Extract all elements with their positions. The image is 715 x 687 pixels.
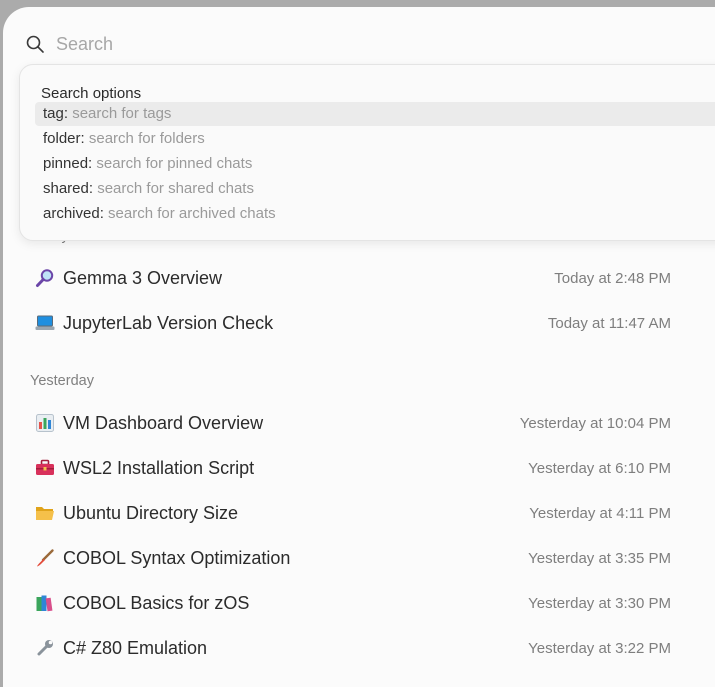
chat-item[interactable]: VM Dashboard Overview Yesterday at 10:04… <box>31 407 677 439</box>
option-key: folder: <box>43 130 85 147</box>
toolbox-icon <box>36 459 54 475</box>
option-shared[interactable]: shared: search for shared chats <box>35 177 715 201</box>
option-folder[interactable]: folder: search for folders <box>35 127 715 151</box>
option-key: tag: <box>43 105 69 122</box>
chat-title: C# Z80 Emulation <box>63 638 208 658</box>
option-key: shared: <box>43 180 94 197</box>
option-key: pinned: <box>43 155 93 172</box>
chat-item[interactable]: C# Z80 Emulation Yesterday at 3:22 PM <box>31 632 677 664</box>
chat-item[interactable]: JupyterLab Version Check Today at 11:47 … <box>31 307 677 339</box>
search-icon <box>26 35 44 53</box>
laptop-icon <box>35 315 55 330</box>
chat-title: COBOL Syntax Optimization <box>63 548 291 568</box>
option-desc: search for shared chats <box>97 180 254 197</box>
chat-title: JupyterLab Version Check <box>63 313 274 333</box>
chat-title: WSL2 Installation Script <box>63 458 255 478</box>
search-input[interactable] <box>56 29 656 59</box>
chat-time: Yesterday at 4:11 PM <box>529 505 671 522</box>
chat-time: Today at 2:48 PM <box>554 270 671 287</box>
option-key: archived: <box>43 205 104 222</box>
chat-item[interactable]: WSL2 Installation Script Yesterday at 6:… <box>31 452 677 484</box>
wrench-icon <box>37 640 53 656</box>
option-tag[interactable]: tag: search for tags <box>35 102 715 126</box>
option-desc: search for folders <box>88 130 205 147</box>
search-bar <box>3 7 715 63</box>
chat-title: Gemma 3 Overview <box>63 268 223 288</box>
chat-title: VM Dashboard Overview <box>63 413 264 433</box>
search-modal: Search options tag: search for tags fold… <box>3 7 715 687</box>
paintbrush-icon <box>37 549 54 567</box>
bar-chart-icon <box>36 414 54 432</box>
option-archived[interactable]: archived: search for archived chats <box>35 202 715 226</box>
option-desc: search for pinned chats <box>96 155 253 172</box>
chat-item[interactable]: Ubuntu Directory Size Yesterday at 4:11 … <box>31 497 677 529</box>
chat-time: Yesterday at 3:30 PM <box>528 595 671 612</box>
chat-title: COBOL Basics for zOS <box>63 593 250 613</box>
search-options-popup: Search options tag: search for tags fold… <box>19 64 715 241</box>
option-pinned[interactable]: pinned: search for pinned chats <box>35 152 715 176</box>
chat-title: Ubuntu Directory Size <box>63 503 239 523</box>
section-label-yesterday: Yesterday <box>30 373 94 389</box>
chat-time: Yesterday at 3:22 PM <box>528 640 671 657</box>
chat-time: Yesterday at 10:04 PM <box>519 415 671 432</box>
search-options-title: Search options <box>41 85 142 102</box>
option-desc: search for tags <box>72 105 172 122</box>
chat-item[interactable]: Gemma 3 Overview Today at 2:48 PM <box>31 262 677 294</box>
books-icon <box>36 595 53 612</box>
option-desc: search for archived chats <box>108 205 276 222</box>
chat-time: Today at 11:47 AM <box>547 315 671 332</box>
chat-item[interactable]: COBOL Basics for zOS Yesterday at 3:30 P… <box>31 587 677 619</box>
chat-time: Yesterday at 6:10 PM <box>528 460 671 477</box>
open-folder-icon <box>36 507 54 520</box>
chat-time: Yesterday at 3:35 PM <box>528 550 671 567</box>
chat-item[interactable]: COBOL Syntax Optimization Yesterday at 3… <box>31 542 677 574</box>
magnifying-glass-icon <box>36 269 54 287</box>
